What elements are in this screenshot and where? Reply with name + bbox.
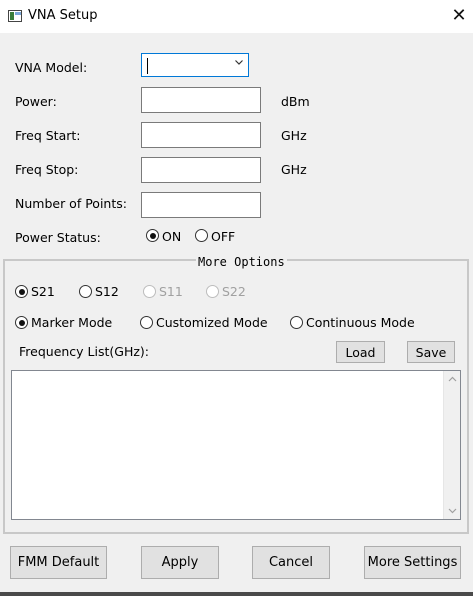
- window-title: VNA Setup: [28, 8, 98, 23]
- freq-stop-unit: GHz: [281, 162, 307, 177]
- more-settings-button[interactable]: More Settings: [364, 546, 461, 579]
- power-label: Power:: [15, 94, 57, 109]
- power-on-radio[interactable]: [146, 229, 159, 242]
- text-caret: [147, 58, 148, 74]
- power-on-label[interactable]: ON: [162, 229, 181, 244]
- s22-label: S22: [222, 284, 246, 299]
- window-bottom-border: [0, 592, 473, 596]
- marker-mode-label[interactable]: Marker Mode: [31, 315, 112, 330]
- apply-button[interactable]: Apply: [141, 546, 219, 579]
- marker-mode-radio[interactable]: [15, 316, 28, 329]
- power-input[interactable]: [141, 87, 261, 113]
- customized-mode-radio[interactable]: [140, 316, 153, 329]
- app-icon: [8, 10, 22, 22]
- power-unit: dBm: [281, 94, 310, 109]
- freq-start-unit: GHz: [281, 128, 307, 143]
- scroll-down-icon[interactable]: [448, 506, 457, 515]
- customized-mode-label[interactable]: Customized Mode: [156, 315, 268, 330]
- freq-stop-label: Freq Stop:: [15, 162, 79, 177]
- s11-label: S11: [159, 284, 183, 299]
- scroll-up-icon[interactable]: [448, 375, 457, 384]
- s12-radio[interactable]: [79, 285, 92, 298]
- continuous-mode-label[interactable]: Continuous Mode: [306, 315, 415, 330]
- s12-label[interactable]: S12: [95, 284, 119, 299]
- vna-model-select[interactable]: [141, 53, 249, 77]
- points-input[interactable]: [141, 192, 261, 218]
- save-button[interactable]: Save: [407, 341, 455, 363]
- cancel-button[interactable]: Cancel: [252, 546, 330, 579]
- power-off-radio[interactable]: [195, 229, 208, 242]
- power-status-label: Power Status:: [15, 230, 101, 245]
- continuous-mode-radio[interactable]: [290, 316, 303, 329]
- load-button[interactable]: Load: [336, 341, 385, 363]
- power-off-label[interactable]: OFF: [211, 229, 235, 244]
- s21-radio[interactable]: [15, 285, 28, 298]
- s21-label[interactable]: S21: [31, 284, 55, 299]
- freq-start-label: Freq Start:: [15, 128, 81, 143]
- freq-stop-input[interactable]: [141, 157, 261, 183]
- vna-model-label: VNA Model:: [15, 60, 88, 75]
- vertical-scrollbar[interactable]: [443, 371, 460, 519]
- more-options-title: More Options: [196, 255, 287, 269]
- s22-radio: [206, 285, 219, 298]
- s11-radio: [143, 285, 156, 298]
- freq-start-input[interactable]: [141, 122, 261, 148]
- close-icon[interactable]: ✕: [449, 5, 469, 27]
- fmm-default-button[interactable]: FMM Default: [10, 546, 107, 579]
- frequency-list-textarea[interactable]: [11, 370, 461, 520]
- points-label: Number of Points:: [15, 196, 127, 211]
- chevron-down-icon: [235, 60, 243, 65]
- frequency-list-label: Frequency List(GHz):: [19, 344, 150, 359]
